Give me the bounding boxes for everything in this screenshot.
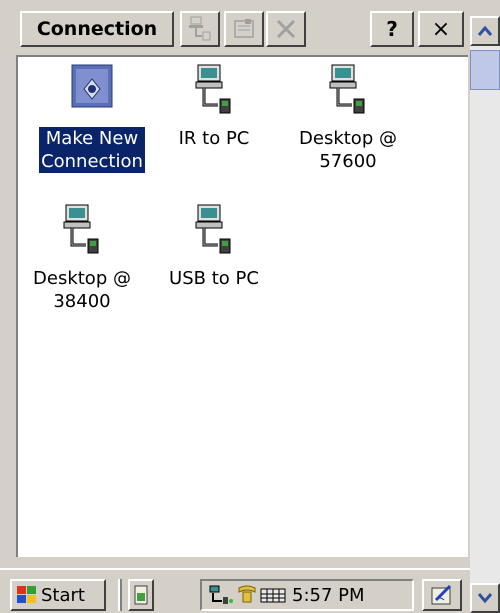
help-button[interactable]: ? bbox=[370, 11, 414, 47]
connection-list: Make New Connection IR to PC Desktop @ 5… bbox=[16, 55, 468, 557]
label-line-2: 38400 bbox=[53, 291, 111, 312]
taskbar: Start 5:57 PM bbox=[0, 568, 470, 613]
connection-menu-button[interactable]: Connection bbox=[20, 11, 174, 47]
system-tray: 5:57 PM bbox=[200, 579, 414, 611]
item-label: Desktop @ 38400 bbox=[18, 267, 146, 313]
item-label: Desktop @ 57600 bbox=[284, 127, 412, 173]
sound-icon[interactable] bbox=[236, 584, 258, 606]
connection-status-icon[interactable] bbox=[208, 584, 234, 606]
vertical-scrollbar[interactable] bbox=[470, 16, 500, 613]
app-window-icon bbox=[134, 585, 148, 605]
toolbar: Connection ? × bbox=[0, 0, 500, 58]
screen: Connection ? × Make New Connection IR to… bbox=[0, 0, 500, 613]
taskbar-app-button[interactable] bbox=[128, 579, 154, 611]
pen-input-icon bbox=[431, 584, 452, 605]
computer-connection-icon bbox=[190, 59, 238, 123]
label-line-1: Make New bbox=[45, 128, 139, 149]
taskbar-separator bbox=[118, 579, 122, 611]
properties-icon bbox=[234, 19, 254, 38]
delete-button[interactable] bbox=[266, 11, 306, 47]
list-item-ir-to-pc[interactable]: IR to PC bbox=[150, 59, 278, 150]
item-label: IR to PC bbox=[178, 128, 250, 149]
label-line-1: Desktop @ bbox=[299, 128, 397, 149]
properties-button[interactable] bbox=[224, 11, 264, 47]
label-line-2: 57600 bbox=[319, 151, 377, 172]
close-button[interactable]: × bbox=[418, 11, 464, 47]
connect-icon bbox=[189, 16, 211, 41]
scroll-thumb[interactable] bbox=[470, 50, 500, 90]
keyboard-icon[interactable] bbox=[260, 586, 286, 604]
label-line-2: Connection bbox=[41, 151, 143, 172]
computer-connection-icon bbox=[58, 199, 106, 263]
chevron-up-icon bbox=[477, 25, 493, 36]
connect-button[interactable] bbox=[180, 11, 220, 47]
start-button[interactable]: Start bbox=[10, 579, 106, 611]
item-label: USB to PC bbox=[169, 268, 259, 289]
label-line-1: Desktop @ bbox=[33, 268, 131, 289]
make-new-connection-icon bbox=[68, 59, 116, 123]
clock[interactable]: 5:57 PM bbox=[292, 585, 365, 606]
scroll-down-button[interactable] bbox=[470, 583, 500, 613]
item-label: Make New Connection bbox=[38, 126, 146, 174]
list-item-desktop-57600[interactable]: Desktop @ 57600 bbox=[284, 59, 412, 173]
chevron-down-icon bbox=[477, 593, 493, 604]
computer-connection-icon bbox=[190, 199, 238, 263]
computer-connection-icon bbox=[324, 59, 372, 123]
list-item-usb-to-pc[interactable]: USB to PC bbox=[150, 199, 278, 290]
windows-flag-icon bbox=[17, 586, 36, 603]
list-item-desktop-38400[interactable]: Desktop @ 38400 bbox=[18, 199, 146, 313]
scroll-up-button[interactable] bbox=[470, 16, 500, 46]
input-panel-button[interactable] bbox=[422, 579, 462, 611]
list-item-make-new-connection[interactable]: Make New Connection bbox=[28, 59, 156, 174]
delete-icon bbox=[276, 19, 296, 39]
start-label: Start bbox=[41, 584, 85, 606]
